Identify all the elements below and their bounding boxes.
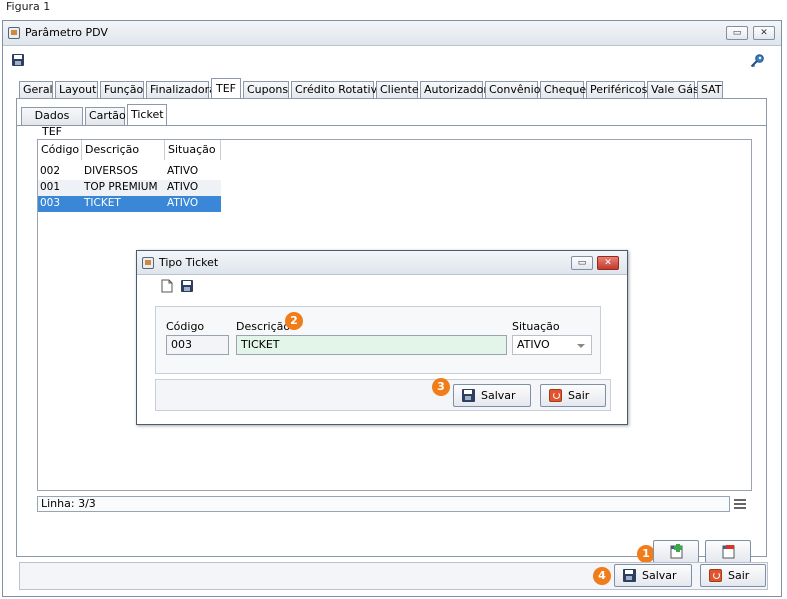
tab-cheque[interactable]: Cheque	[540, 81, 586, 99]
cell-situacao: ATIVO	[167, 181, 199, 193]
dialog-exit-label: Sair	[568, 389, 590, 402]
table-row-selected[interactable]: 003 TICKET ATIVO	[38, 196, 221, 212]
window-title: Parâmetro PDV	[25, 26, 108, 39]
cell-codigo: 003	[40, 197, 61, 209]
exit-button-label: Sair	[728, 569, 750, 582]
tipo-ticket-dialog: Tipo Ticket ▭ ✕ Código 003 Descrição 2 T…	[136, 250, 628, 425]
exit-icon	[549, 389, 562, 402]
tab-credito-rotativo[interactable]: Crédito Rotativo	[291, 81, 384, 99]
key-icon[interactable]	[749, 53, 765, 69]
dialog-title: Tipo Ticket	[159, 256, 219, 269]
tab-convenio[interactable]: Convênio	[485, 81, 540, 99]
dialog-titlebar: Tipo Ticket ▭ ✕	[137, 251, 627, 275]
dialog-restore-icon[interactable]: ▭	[571, 256, 593, 270]
tab-cupons[interactable]: Cupons	[243, 81, 289, 99]
dialog-save-icon[interactable]	[181, 280, 193, 292]
exit-icon	[709, 569, 722, 582]
cell-situacao: ATIVO	[167, 197, 199, 209]
descricao-field[interactable]: TICKET	[236, 335, 507, 355]
row-status: Linha: 3/3	[37, 496, 730, 512]
remove-record-icon	[722, 545, 735, 559]
subtab-divider	[17, 125, 766, 126]
app-icon	[8, 27, 20, 39]
tab-geral[interactable]: Geral	[19, 81, 53, 99]
situacao-select[interactable]: ATIVO	[512, 335, 592, 355]
remove-button[interactable]	[705, 540, 751, 563]
cell-descricao: TICKET	[84, 197, 121, 209]
add-record-icon	[670, 544, 683, 559]
save-button-label: Salvar	[642, 569, 677, 582]
descricao-label: Descrição	[236, 320, 291, 333]
subtab-cartao[interactable]: Cartão	[85, 107, 126, 125]
figure-caption: Figura 1	[6, 0, 51, 13]
cell-codigo: 001	[40, 181, 61, 193]
tab-sat[interactable]: SAT	[697, 81, 723, 99]
situacao-value: ATIVO	[517, 338, 550, 351]
save-button[interactable]: Salvar	[614, 564, 692, 587]
window-titlebar: Parâmetro PDV ▭ ✕	[3, 21, 781, 46]
codigo-label: Código	[166, 320, 205, 333]
tab-vale-gas[interactable]: Vale Gás	[647, 81, 699, 99]
cell-situacao: ATIVO	[167, 165, 199, 177]
chevron-down-icon	[577, 344, 585, 348]
exit-button[interactable]: Sair	[700, 564, 766, 587]
tab-perifericos[interactable]: Periféricos	[586, 81, 647, 99]
dialog-exit-button[interactable]: Sair	[540, 384, 606, 407]
tab-tef[interactable]: TEF	[211, 78, 241, 99]
add-button[interactable]	[653, 540, 699, 563]
new-document-icon[interactable]	[161, 279, 173, 293]
header-situacao[interactable]: Situação	[165, 140, 221, 160]
cell-descricao: TOP PREMIUM	[84, 181, 158, 193]
table-row[interactable]: 002 DIVERSOS ATIVO	[38, 164, 221, 180]
dialog-close-icon[interactable]: ✕	[597, 256, 619, 270]
save-icon	[462, 389, 475, 402]
tab-funcao[interactable]: Função	[100, 81, 144, 99]
tab-finalizadora[interactable]: Finalizadora	[146, 81, 216, 99]
save-icon	[623, 569, 636, 582]
tab-layout[interactable]: Layout	[55, 81, 98, 99]
dialog-app-icon	[142, 257, 154, 269]
dialog-save-button[interactable]: Salvar	[453, 384, 531, 407]
dialog-form: Código 003 Descrição 2 TICKET Situação A…	[155, 306, 601, 374]
cell-codigo: 002	[40, 165, 61, 177]
dialog-footer: 3 Salvar Sair	[155, 378, 611, 411]
subtab-dados-tef[interactable]: Dados TEF	[21, 107, 83, 138]
restore-icon[interactable]: ▭	[726, 26, 748, 40]
dialog-save-label: Salvar	[481, 389, 516, 402]
close-icon[interactable]: ✕	[753, 26, 775, 40]
cell-descricao: DIVERSOS	[84, 165, 138, 177]
table-row[interactable]: 001 TOP PREMIUM ATIVO	[38, 180, 221, 196]
menu-icon[interactable]	[734, 499, 746, 509]
situacao-label: Situação	[512, 320, 560, 333]
header-descricao[interactable]: Descrição	[82, 140, 165, 160]
step-badge-2: 2	[285, 312, 303, 330]
header-codigo[interactable]: Código	[38, 140, 82, 160]
tab-cliente[interactable]: Cliente	[376, 81, 419, 99]
step-badge-3: 3	[432, 378, 450, 396]
save-icon[interactable]	[12, 54, 24, 66]
subtab-ticket[interactable]: Ticket	[127, 104, 167, 125]
step-badge-4: 4	[593, 567, 611, 585]
codigo-field[interactable]: 003	[166, 335, 229, 355]
tab-autorizador[interactable]: Autorizador	[420, 81, 488, 99]
